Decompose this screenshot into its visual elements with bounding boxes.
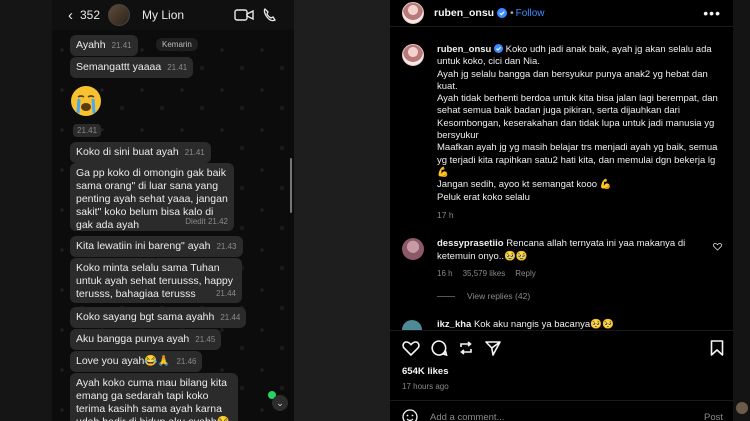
center-gutter (294, 0, 390, 421)
chevron-down-icon[interactable]: ⌄ (272, 395, 288, 411)
left-gutter (0, 0, 52, 421)
chat-message[interactable]: Koko di sini buat ayah 21.41 (70, 142, 211, 163)
whatsapp-chat-panel: ‹ 352 My Lion Ayahh 21.41 Kemarin Semanga… (52, 0, 294, 421)
avatar[interactable] (402, 2, 424, 24)
avatar[interactable] (402, 44, 424, 66)
chat-message[interactable]: Love you ayah😂🙏 21.46 (70, 351, 203, 372)
comment-text: Kok aku nangis ya bacanya🥺🥺 (473, 319, 614, 330)
message-time: 21.41 (73, 124, 102, 137)
post-actions-bar (390, 330, 733, 367)
phone-icon[interactable] (262, 7, 278, 23)
crying-face-emoji[interactable] (70, 85, 102, 117)
more-options-icon[interactable]: ••• (703, 5, 721, 21)
chat-message[interactable]: Ayahh 21.41 (70, 35, 138, 56)
separator-dot: • (510, 7, 514, 19)
chat-header: ‹ 352 My Lion (52, 0, 294, 30)
chat-message[interactable]: Aku bangga punya ayah 21.45 (70, 329, 222, 350)
chat-message[interactable]: Koko minta selalu sama Tuhan untuk ayah … (70, 258, 242, 303)
video-call-icon[interactable] (234, 8, 254, 22)
verified-badge-icon (497, 8, 508, 18)
date-chip: Kemarin (156, 38, 198, 51)
chat-message[interactable]: Ayah koko cuma mau bilang kita emang ga … (70, 373, 238, 421)
add-comment-input[interactable]: Add a comment... (430, 412, 504, 421)
avatar[interactable] (402, 238, 424, 260)
avatar[interactable] (402, 320, 422, 330)
likes-count[interactable]: 654K likes (402, 366, 448, 377)
chat-message[interactable]: Koko sayang bgt sama ayahh 21.44 (70, 307, 247, 328)
bookmark-icon[interactable] (708, 339, 726, 357)
chat-message[interactable]: Kita lewatiin ini bareng" ayah 21.43 (70, 236, 243, 257)
emoji-icon[interactable] (402, 409, 418, 421)
instagram-post-panel: ruben_onsu • Follow ••• ruben_onsu Koko … (390, 0, 733, 421)
add-comment-bar: Add a comment... Post (390, 400, 733, 421)
post-comment-button[interactable]: Post (704, 412, 723, 421)
caption-timestamp: 17 h (437, 209, 454, 220)
repost-icon[interactable] (457, 339, 475, 357)
mini-avatar (736, 402, 748, 414)
right-gutter (733, 0, 750, 421)
comment-likes[interactable]: 35,579 likes (463, 269, 506, 278)
chat-message[interactable]: Semangattt yaaaa 21.41 (70, 57, 194, 78)
verified-badge-icon (494, 44, 504, 53)
follow-button[interactable]: Follow (516, 8, 545, 19)
comment-timestamp: 16 h (437, 269, 453, 278)
comment-username[interactable]: dessyprasetiio (437, 238, 504, 249)
contact-name[interactable]: My Lion (142, 8, 234, 22)
scrollbar[interactable] (290, 158, 292, 213)
post-timestamp: 17 hours ago (402, 382, 449, 391)
unread-count[interactable]: 352 (80, 8, 100, 22)
share-icon[interactable] (484, 339, 502, 357)
post-username[interactable]: ruben_onsu (434, 7, 494, 19)
chevron-left-icon[interactable]: ‹ (68, 7, 78, 24)
caption-text: ruben_onsu Koko udh jadi anak baik, ayah… (437, 44, 722, 221)
contact-avatar[interactable] (108, 4, 131, 26)
like-comment-icon[interactable] (713, 242, 722, 251)
caption-username[interactable]: ruben_onsu (437, 44, 491, 55)
comment-item: ikz_kha Kok aku nangis ya bacanya🥺🥺 (402, 318, 722, 330)
view-replies-link[interactable]: View replies (42) (437, 291, 530, 301)
comment-username[interactable]: ikz_kha (437, 319, 471, 330)
reply-button[interactable]: Reply (515, 269, 535, 278)
comment-icon[interactable] (430, 339, 448, 357)
chat-message[interactable]: Ga pp koko di omongin gak baik sama oran… (70, 163, 234, 231)
heart-icon[interactable] (402, 339, 420, 357)
post-header: ruben_onsu • Follow ••• (390, 0, 733, 27)
